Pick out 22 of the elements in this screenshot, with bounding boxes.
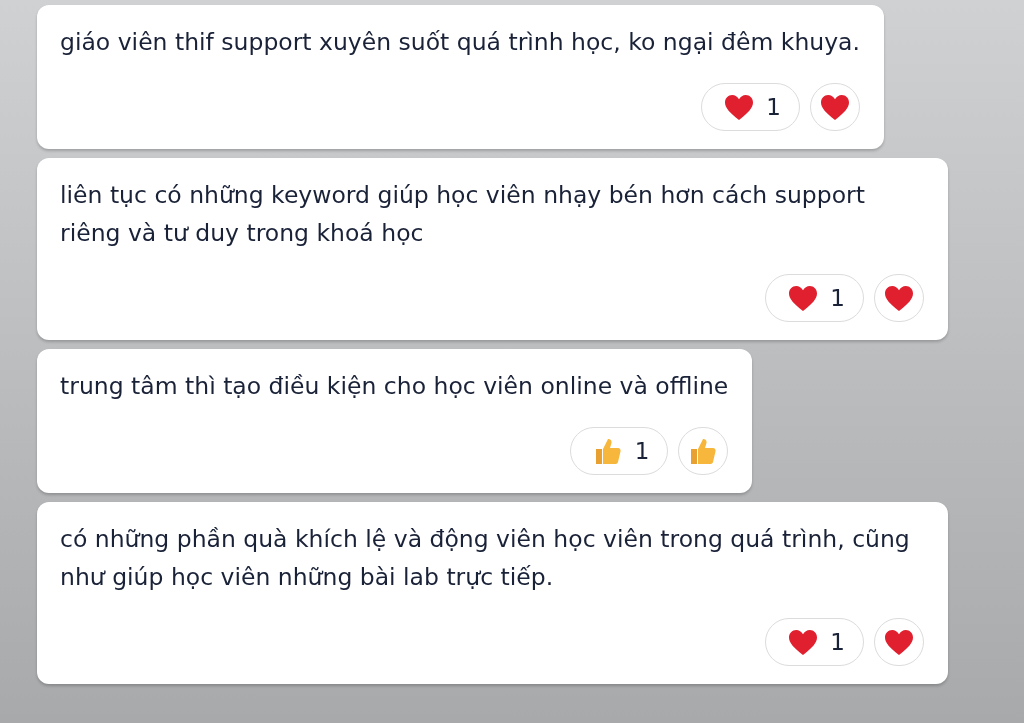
heart-icon <box>788 284 819 312</box>
heart-icon <box>884 628 914 656</box>
reaction-count: 1 <box>830 285 845 311</box>
reaction-count: 1 <box>634 438 650 464</box>
heart-icon <box>884 284 914 312</box>
heart-icon <box>724 93 755 121</box>
reaction-count: 1 <box>766 94 781 120</box>
message-text: có những phần quà khích lệ và động viên học viên trong quá trình, cũng như giúp học viên những bài lab trực tiếp. <box>60 524 911 593</box>
reaction-chip[interactable]: 1 <box>569 427 669 475</box>
heart-icon <box>820 93 850 121</box>
message-text: giáo viên thif support xuyên suốt quá trình học, ko ngại đêm khuya. <box>60 27 860 58</box>
add-reaction-button[interactable] <box>874 618 924 666</box>
reaction-chip[interactable]: 1 <box>765 618 864 666</box>
heart-icon <box>788 628 819 656</box>
add-reaction-button[interactable] <box>874 274 924 322</box>
message-text: liên tục có những keyword giúp học viên nhạy bén hơn cách support riêng và tư duy trong khoá học <box>60 180 866 249</box>
add-reaction-button[interactable] <box>810 83 860 131</box>
message-text: trung tâm thì tạo điều kiện cho học viên online và offline <box>60 371 729 402</box>
reaction-chip[interactable]: 1 <box>701 83 800 131</box>
reaction-count: 1 <box>830 629 845 655</box>
reaction-chip[interactable]: 1 <box>765 274 864 322</box>
thumbs-up-icon <box>688 436 719 466</box>
